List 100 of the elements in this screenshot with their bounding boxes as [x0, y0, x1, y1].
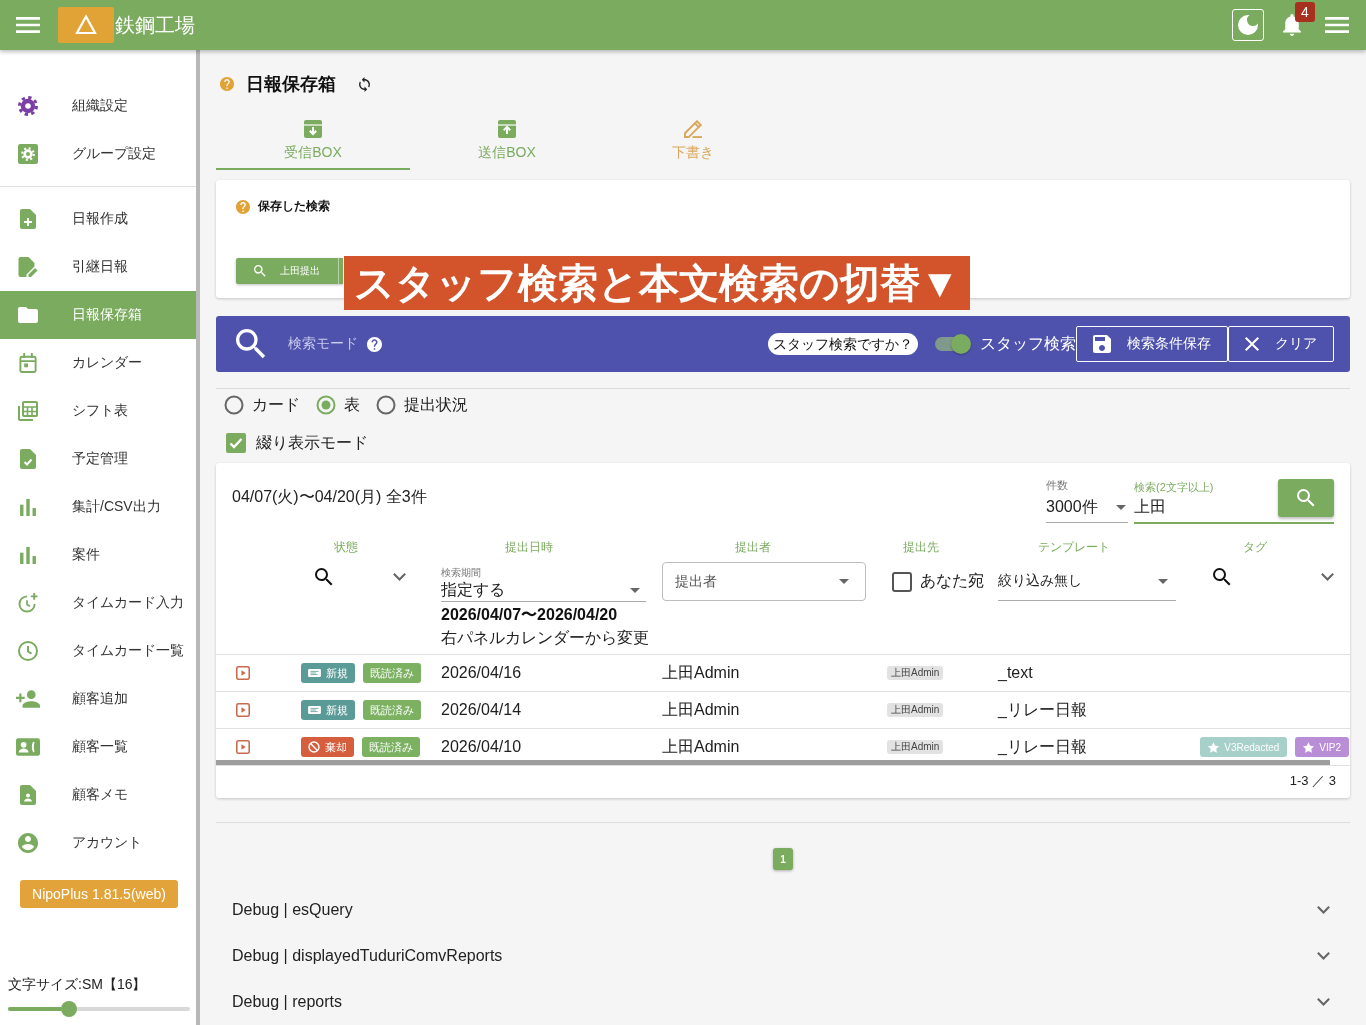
play-box-icon[interactable] — [236, 666, 250, 680]
period-select[interactable]: 指定する — [441, 579, 646, 602]
clock-icon — [18, 641, 38, 661]
notification-badge: 4 — [1295, 2, 1315, 22]
file-check-icon — [18, 449, 38, 469]
field-label: 検索期間 — [441, 567, 482, 579]
recipient-chip: 上田Admin — [887, 666, 944, 680]
nav-item[interactable]: タイムカード一覧 — [0, 627, 196, 675]
search-mode-label: 検索モード — [288, 335, 358, 353]
status-badge: 既読済み — [362, 737, 420, 757]
table-cell: 上田Admin — [662, 663, 740, 681]
nav-item[interactable]: 集計/CSV出力 — [0, 483, 196, 531]
table-cell: _text — [998, 664, 1033, 681]
chevron-down-icon[interactable] — [393, 573, 406, 581]
nav-item[interactable]: 顧客メモ — [0, 771, 196, 819]
chevron-down-icon[interactable] — [1317, 952, 1330, 960]
column-header: テンプレート — [1038, 540, 1110, 554]
radio-label: 提出状況 — [404, 394, 468, 415]
checkbox-label: あなた宛 — [920, 571, 984, 591]
chevron-down-icon[interactable] — [1317, 998, 1330, 1006]
calendar-icon — [18, 353, 38, 373]
caret-down-icon — [630, 587, 640, 593]
nav-item[interactable]: 顧客一覧 — [0, 723, 196, 771]
search-icon[interactable] — [315, 568, 333, 586]
file-pencil-icon — [18, 257, 38, 277]
clear-button[interactable]: クリア — [1228, 326, 1334, 362]
star-icon — [1303, 741, 1315, 753]
bell-icon[interactable] — [1283, 14, 1301, 36]
checkbox[interactable] — [892, 571, 912, 592]
nav-item[interactable]: 引継日報 — [0, 243, 196, 291]
ban-icon — [308, 741, 320, 753]
save-search-button[interactable]: 検索条件保存 — [1076, 326, 1228, 362]
table-cell: _リレー日報 — [998, 700, 1087, 718]
nav-item[interactable]: 組織設定 — [0, 82, 196, 130]
search-icon — [1297, 488, 1315, 507]
play-box-icon[interactable] — [236, 740, 250, 754]
caption-banner: スタッフ検索と本文検索の切替▼ — [344, 256, 970, 310]
toggle-label: スタッフ検索 — [980, 333, 1076, 354]
table-cell: 2026/04/16 — [441, 664, 522, 681]
radio-button[interactable] — [376, 395, 396, 415]
tray-down-icon — [304, 120, 322, 138]
status-badge: 既読済み — [363, 663, 421, 683]
search-icon[interactable] — [1213, 568, 1231, 586]
toggle-switch[interactable] — [935, 337, 969, 351]
label-icon — [308, 706, 321, 714]
search-icon — [236, 329, 266, 359]
folder-icon — [18, 305, 38, 325]
column-header: 状態 — [334, 540, 358, 554]
company-name: 鉄鋼工場 — [115, 12, 195, 38]
nav-item[interactable]: カレンダー — [0, 339, 196, 387]
page-title: 日報保存箱 — [246, 73, 336, 96]
play-box-icon[interactable] — [236, 703, 250, 717]
moon-icon — [1238, 15, 1258, 35]
person-add-icon — [16, 690, 40, 708]
tag-label: V3Redacted — [1224, 741, 1280, 753]
dark-mode-button[interactable] — [1232, 9, 1264, 41]
label-icon — [308, 669, 321, 677]
count-select[interactable]: 3000件 — [1046, 492, 1128, 523]
chevron-down-icon[interactable] — [1317, 906, 1330, 914]
submitter-select[interactable]: 提出者 — [662, 562, 866, 601]
hint-pill: スタッフ検索ですか？ — [768, 333, 918, 355]
period-range-text: 2026/04/07〜2026/04/20 — [441, 605, 619, 625]
nav-item[interactable]: 日報作成 — [0, 195, 196, 243]
bar-chart-icon — [20, 498, 36, 516]
menu-icon[interactable] — [1325, 17, 1349, 33]
chevron-down-icon[interactable] — [1321, 573, 1334, 581]
checkbox[interactable] — [226, 433, 246, 453]
column-header: 提出者 — [735, 540, 771, 554]
menu-icon[interactable] — [16, 17, 40, 33]
table-cell: 2026/04/14 — [441, 701, 522, 718]
pencil-icon — [684, 120, 702, 138]
search-icon — [254, 265, 266, 277]
table-cell: _リレー日報 — [998, 737, 1087, 755]
nav-item[interactable]: 予定管理 — [0, 435, 196, 483]
recipient-chip: 上田Admin — [887, 703, 944, 717]
triangle-logo-icon[interactable] — [58, 7, 114, 43]
help-icon[interactable] — [367, 336, 382, 352]
slider-thumb[interactable] — [60, 1001, 77, 1017]
star-icon — [1208, 741, 1220, 753]
tray-up-icon — [498, 120, 516, 138]
date-range-title: 04/07(火)〜04/20(月) 全3件 — [232, 486, 427, 507]
nav-item[interactable]: アカウント — [0, 819, 196, 867]
radio-button[interactable] — [224, 395, 244, 415]
debug-panel-header[interactable]: Debug | esQuery — [216, 887, 1350, 933]
search-button[interactable] — [1278, 478, 1334, 517]
radio-button[interactable] — [316, 395, 336, 415]
nav-item[interactable]: シフト表 — [0, 387, 196, 435]
clock-plus-icon — [18, 593, 38, 613]
refresh-icon[interactable] — [359, 76, 370, 92]
nav-item[interactable]: 顧客追加 — [0, 675, 196, 723]
debug-panel-header[interactable]: Debug | reports — [216, 979, 1350, 1025]
nav-item[interactable]: 案件 — [0, 531, 196, 579]
grid-icon — [18, 401, 38, 421]
nav-item[interactable]: タイムカード入力 — [0, 579, 196, 627]
radio-label: 表 — [344, 394, 360, 415]
search-field[interactable]: 上田 — [1134, 493, 1278, 524]
horizontal-scrollbar[interactable] — [216, 760, 1330, 765]
template-select[interactable]: 絞り込み無し — [998, 562, 1176, 601]
debug-panel-header[interactable]: Debug | displayedTuduriComvReports — [216, 933, 1350, 979]
nav-item[interactable]: グループ設定 — [0, 130, 196, 178]
